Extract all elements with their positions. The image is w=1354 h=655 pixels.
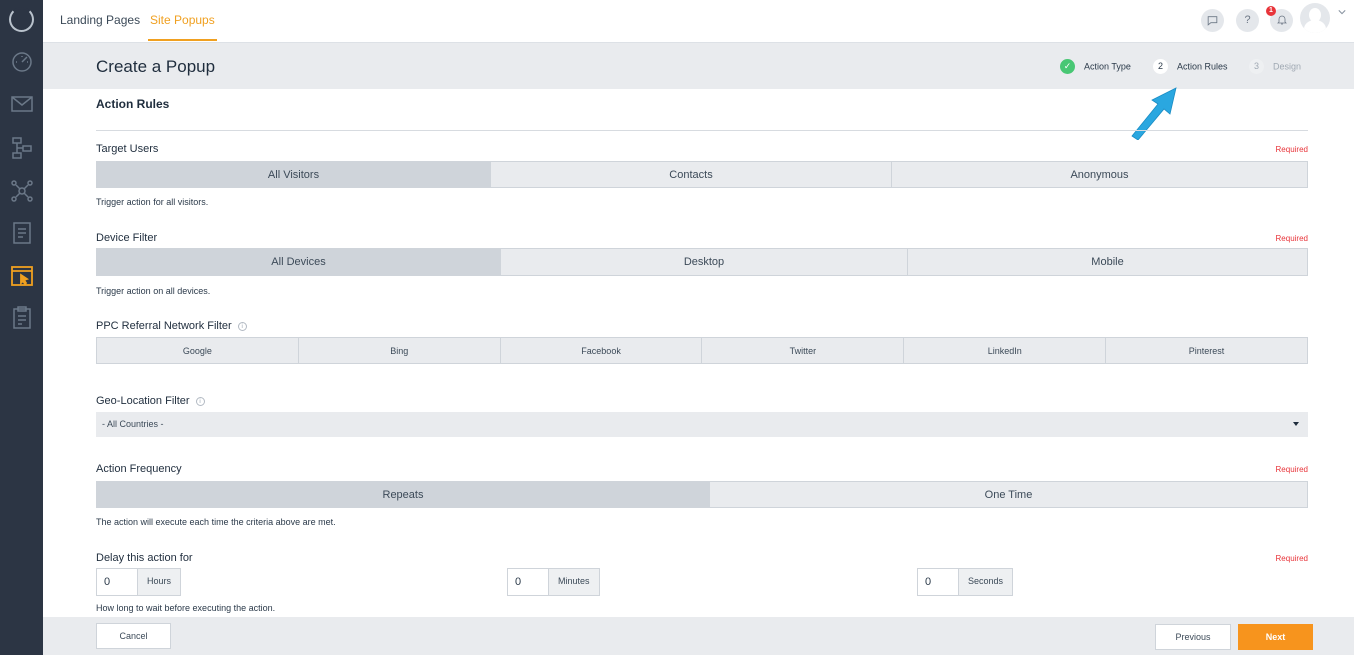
target-users-selector: All Visitors Contacts Anonymous [96,161,1308,188]
device-filter-selector: All Devices Desktop Mobile [96,248,1308,276]
hours-field: 0 Hours [96,568,182,596]
option-google[interactable]: Google [97,338,299,363]
geo-filter-label: Geo-Location Filter i [96,395,205,407]
network-icon[interactable] [10,179,34,203]
tab-site-popups[interactable]: Site Popups [148,0,217,41]
option-twitter[interactable]: Twitter [702,338,905,363]
help-icon[interactable]: ? [1236,9,1259,32]
step-action-rules[interactable]: 2 Action Rules [1153,59,1228,74]
next-button[interactable]: Next [1238,624,1313,650]
option-all-devices[interactable]: All Devices [97,249,501,275]
document-icon[interactable] [10,221,34,245]
required-label: Required [1275,554,1308,563]
country-select-value: - All Countries - [102,419,164,429]
target-users-label: Target Users [96,143,159,155]
option-desktop[interactable]: Desktop [501,249,908,275]
ppc-filter-label: PPC Referral Network Filter i [96,320,247,332]
email-icon[interactable] [10,92,34,116]
pointer-arrow-icon [1131,87,1177,140]
option-facebook[interactable]: Facebook [501,338,703,363]
required-label: Required [1275,234,1308,243]
target-users-help: Trigger action for all visitors. [96,197,209,207]
sidebar [0,0,43,655]
cancel-button[interactable]: Cancel [96,623,171,649]
frequency-help: The action will execute each time the cr… [96,517,336,527]
seconds-unit: Seconds [959,568,1014,596]
device-filter-help: Trigger action on all devices. [96,286,211,296]
avatar[interactable] [1300,3,1330,33]
bell-icon[interactable]: 1 [1266,6,1293,32]
required-label: Required [1275,465,1308,474]
minutes-input[interactable]: 0 [507,568,549,596]
required-label: Required [1275,145,1308,154]
hours-input[interactable]: 0 [96,568,138,596]
option-repeats[interactable]: Repeats [97,482,710,507]
caret-down-icon [1293,422,1299,426]
step-design[interactable]: 3 Design [1249,59,1301,74]
device-filter-label: Device Filter [96,232,158,244]
dashboard-icon[interactable] [10,49,34,73]
hours-unit: Hours [138,568,182,596]
footer-bar: Cancel Previous Next [43,617,1354,655]
option-anonymous[interactable]: Anonymous [892,162,1307,187]
info-icon[interactable]: i [237,321,247,331]
seconds-field: 0 Seconds [917,568,1014,596]
check-icon: ✓ [1060,59,1075,74]
tab-landing-pages[interactable]: Landing Pages [60,0,140,41]
delay-help: How long to wait before executing the ac… [96,603,276,613]
option-linkedin[interactable]: LinkedIn [904,338,1107,363]
clipboard-icon[interactable] [10,306,34,330]
previous-button[interactable]: Previous [1155,624,1231,650]
option-contacts[interactable]: Contacts [491,162,892,187]
option-mobile[interactable]: Mobile [908,249,1307,275]
notification-badge: 1 [1266,6,1276,16]
option-bing[interactable]: Bing [299,338,501,363]
info-icon[interactable]: i [195,396,205,406]
workflow-icon[interactable] [10,136,34,160]
page-header: Create a Popup ✓ Action Type 2 Action Rule… [43,43,1354,89]
section-title: Action Rules [96,97,170,111]
divider [96,130,1308,131]
popup-icon[interactable] [10,264,34,288]
country-select[interactable]: - All Countries - [96,412,1308,437]
chat-icon[interactable] [1201,9,1224,32]
frequency-selector: Repeats One Time [96,481,1308,508]
top-bar: Landing Pages Site Popups ? 1 [43,0,1354,43]
page-title: Create a Popup [96,57,216,76]
minutes-field: 0 Minutes [507,568,600,596]
logo-icon[interactable] [9,7,34,32]
option-all-visitors[interactable]: All Visitors [97,162,491,187]
option-pinterest[interactable]: Pinterest [1106,338,1307,363]
delay-label: Delay this action for [96,552,193,564]
ppc-filter-selector: Google Bing Facebook Twitter LinkedIn Pi… [96,337,1308,364]
seconds-input[interactable]: 0 [917,568,959,596]
step-action-type[interactable]: ✓ Action Type [1060,59,1131,74]
chevron-down-icon[interactable] [1338,8,1346,16]
option-one-time[interactable]: One Time [710,482,1307,507]
minutes-unit: Minutes [549,568,600,596]
frequency-label: Action Frequency [96,463,182,475]
